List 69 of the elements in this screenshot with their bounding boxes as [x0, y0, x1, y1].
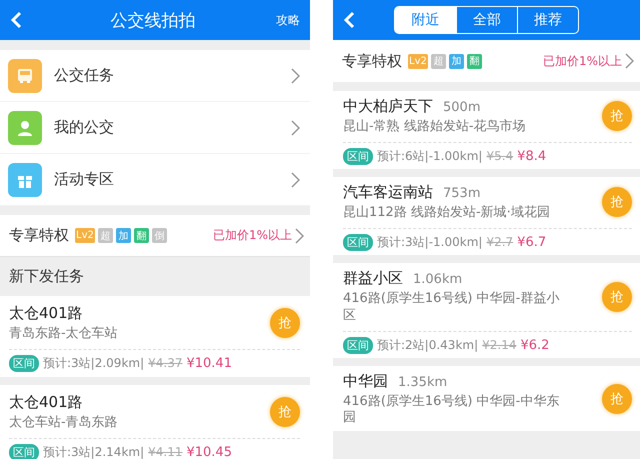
privilege-label: 专享特权: [342, 52, 402, 70]
chevron-right-icon: [291, 68, 300, 84]
privilege-row[interactable]: 专享特权 Lv2 超 加 翻 倒 已加价1%以上: [0, 215, 310, 256]
station-distance: 1.06km: [413, 272, 462, 287]
old-price: ¥4.37: [148, 356, 182, 370]
person-icon: [16, 118, 34, 136]
estimate-text: 预计:3站|-1.00km|: [377, 234, 482, 251]
old-price: ¥2.7: [486, 235, 514, 250]
estimate-text: 预计:3站|2.09km|: [43, 354, 144, 372]
segment-tab[interactable]: 推荐: [517, 7, 578, 33]
privilege-badge: 翻: [466, 54, 482, 68]
route-info: 416路(原学生16号线) 中华园-群益小区: [343, 290, 560, 325]
privilege-badge: 翻: [134, 228, 149, 243]
new-price: ¥8.4: [517, 148, 546, 164]
station-name: 汽车客运南站: [343, 182, 433, 202]
old-price: ¥4.11: [148, 445, 182, 459]
segment-tab[interactable]: 附近: [395, 7, 456, 33]
route-stops: 青岛东路-太仓车站: [9, 326, 119, 343]
old-price: ¥2.14: [482, 338, 516, 352]
privilege-label: 专享特权: [9, 226, 69, 245]
price-note: 已加价1%以上: [212, 227, 292, 244]
old-price: ¥5.4: [486, 149, 514, 164]
price-note: 已加价1%以上: [542, 52, 622, 70]
privilege-badge: Lv2: [75, 228, 95, 243]
route-info: 昆山112路 线路始发站-新城·域花园: [343, 204, 551, 222]
station-distance: 500m: [443, 100, 480, 115]
chevron-right-icon: [291, 120, 300, 136]
new-price: ¥6.2: [520, 338, 550, 353]
privilege-badge: 倒: [152, 228, 167, 243]
menu-label: 公交任务: [54, 66, 115, 85]
station-distance: 1.35km: [398, 374, 448, 390]
new-price: ¥6.7: [517, 234, 546, 250]
estimate-text: 预计:3站|2.14km|: [43, 444, 144, 459]
route-info: 416路(原学生16号线) 中华园-中华东园: [343, 394, 560, 428]
estimate-text: 预计:6站|-1.00km|: [377, 148, 482, 165]
estimate-text: 预计:2站|0.43km|: [377, 336, 478, 354]
chevron-right-icon: [625, 53, 634, 69]
menu-label: 我的公交: [54, 118, 115, 137]
station-name: 群益小区: [343, 268, 403, 288]
route-tag: 区间: [9, 444, 39, 459]
new-price: ¥10.41: [186, 356, 232, 371]
menu-item[interactable]: 公交任务: [0, 50, 310, 102]
privilege-badge: 加: [448, 54, 464, 68]
route-info: 昆山-常熟 线路始发站-花鸟市场: [343, 119, 527, 136]
privilege-badge: 超: [98, 228, 113, 243]
privilege-badge: 超: [430, 54, 446, 68]
route-tag: 区间: [343, 234, 373, 251]
station-name: 中华园: [343, 372, 388, 391]
route-title: 太仓401路: [9, 392, 84, 412]
guide-link[interactable]: 攻略: [276, 12, 300, 28]
route-stops: 太仓车站-青岛东路: [9, 414, 119, 432]
privilege-badge: 加: [116, 228, 131, 243]
chevron-right-icon: [295, 228, 304, 244]
route-title: 太仓401路: [9, 304, 84, 323]
route-tag: 区间: [9, 354, 39, 372]
menu-label: 活动专区: [54, 170, 115, 189]
route-tag: 区间: [343, 336, 373, 354]
chevron-right-icon: [291, 172, 300, 188]
segment-tab[interactable]: 全部: [456, 7, 517, 33]
new-price: ¥10.45: [186, 444, 232, 459]
menu-item[interactable]: 活动专区: [0, 154, 310, 206]
station-name: 中大柏庐天下: [343, 97, 433, 116]
menu-item[interactable]: 我的公交: [0, 102, 310, 154]
bus-icon: [16, 66, 34, 84]
route-tag: 区间: [343, 148, 373, 165]
screen-title: 公交线拍拍: [110, 10, 196, 32]
privilege-badge: Lv2: [408, 54, 428, 68]
station-distance: 753m: [443, 186, 480, 201]
privilege-row[interactable]: 专享特权 Lv2 超 加 翻 已加价1%以上: [333, 40, 640, 82]
